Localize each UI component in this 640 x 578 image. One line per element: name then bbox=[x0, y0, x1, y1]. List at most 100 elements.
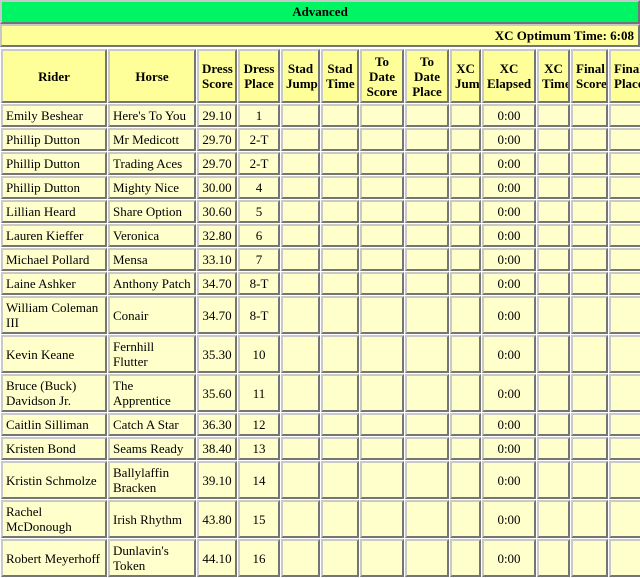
cell-dress-score: 29.70 bbox=[197, 128, 237, 151]
cell-to-date-score bbox=[360, 272, 404, 295]
column-header-stad-time[interactable]: Stad Time bbox=[321, 49, 359, 103]
cell-rider: Phillip Dutton bbox=[1, 152, 107, 175]
cell-dress-score: 43.80 bbox=[197, 500, 237, 538]
cell-stad-time bbox=[321, 152, 359, 175]
cell-final-place bbox=[609, 128, 640, 151]
column-header-xc-elapsed[interactable]: XC Elapsed bbox=[482, 49, 536, 103]
cell-horse: Catch A Star bbox=[108, 413, 196, 436]
column-header-dress-place[interactable]: Dress Place bbox=[238, 49, 280, 103]
cell-xc-jump bbox=[450, 224, 481, 247]
cell-stad-time bbox=[321, 128, 359, 151]
table-row: Lauren Kieffer Veronica 32.80 6 0:00 bbox=[1, 224, 640, 247]
cell-xc-elapsed: 0:00 bbox=[482, 374, 536, 412]
cell-stad-time bbox=[321, 248, 359, 271]
cell-stad-time bbox=[321, 104, 359, 127]
cell-stad-jump bbox=[281, 128, 320, 151]
cell-horse: The Apprentice bbox=[108, 374, 196, 412]
cell-stad-jump bbox=[281, 272, 320, 295]
column-header-xc-time[interactable]: XC Time bbox=[537, 49, 570, 103]
cell-xc-jump bbox=[450, 152, 481, 175]
cell-rider: Rachel McDonough bbox=[1, 500, 107, 538]
cell-dress-place: 14 bbox=[238, 461, 280, 499]
cell-dress-place: 15 bbox=[238, 500, 280, 538]
cell-to-date-place bbox=[405, 335, 449, 373]
cell-to-date-score bbox=[360, 413, 404, 436]
cell-stad-jump bbox=[281, 335, 320, 373]
table-row: Laine Ashker Anthony Patch 34.70 8-T 0:00 bbox=[1, 272, 640, 295]
column-header-rider[interactable]: Rider bbox=[1, 49, 107, 103]
cell-xc-elapsed: 0:00 bbox=[482, 437, 536, 460]
cell-rider: Robert Meyerhoff bbox=[1, 539, 107, 577]
cell-dress-place: 13 bbox=[238, 437, 280, 460]
cell-xc-time bbox=[537, 152, 570, 175]
column-header-final-place[interactable]: Final Place bbox=[609, 49, 640, 103]
cell-horse: Here's To You bbox=[108, 104, 196, 127]
cell-dress-score: 34.70 bbox=[197, 272, 237, 295]
cell-final-score bbox=[571, 296, 608, 334]
cell-to-date-place bbox=[405, 500, 449, 538]
cell-to-date-place bbox=[405, 272, 449, 295]
cell-dress-score: 30.60 bbox=[197, 200, 237, 223]
cell-stad-jump bbox=[281, 248, 320, 271]
cell-xc-jump bbox=[450, 500, 481, 538]
column-header-horse[interactable]: Horse bbox=[108, 49, 196, 103]
column-header-dress-score[interactable]: Dress Score bbox=[197, 49, 237, 103]
cell-xc-elapsed: 0:00 bbox=[482, 152, 536, 175]
cell-xc-time bbox=[537, 413, 570, 436]
cell-horse: Share Option bbox=[108, 200, 196, 223]
cell-to-date-score bbox=[360, 296, 404, 334]
banner-table: Advanced bbox=[0, 0, 640, 24]
cell-xc-time bbox=[537, 500, 570, 538]
cell-xc-elapsed: 0:00 bbox=[482, 248, 536, 271]
table-row: Emily Beshear Here's To You 29.10 1 0:00 bbox=[1, 104, 640, 127]
cell-stad-time bbox=[321, 437, 359, 460]
cell-xc-jump bbox=[450, 272, 481, 295]
cell-to-date-score bbox=[360, 374, 404, 412]
cell-dress-score: 30.00 bbox=[197, 176, 237, 199]
table-row: Phillip Dutton Mighty Nice 30.00 4 0:00 bbox=[1, 176, 640, 199]
cell-dress-score: 34.70 bbox=[197, 296, 237, 334]
cell-to-date-score bbox=[360, 437, 404, 460]
cell-to-date-score bbox=[360, 104, 404, 127]
cell-rider: Emily Beshear bbox=[1, 104, 107, 127]
table-row: Phillip Dutton Mr Medicott 29.70 2-T 0:00 bbox=[1, 128, 640, 151]
cell-horse: Conair bbox=[108, 296, 196, 334]
column-header-to-date-place[interactable]: To Date Place bbox=[405, 49, 449, 103]
cell-dress-place: 12 bbox=[238, 413, 280, 436]
cell-dress-place: 2-T bbox=[238, 128, 280, 151]
cell-final-score bbox=[571, 413, 608, 436]
cell-stad-time bbox=[321, 413, 359, 436]
cell-final-place bbox=[609, 461, 640, 499]
cell-xc-time bbox=[537, 104, 570, 127]
cell-dress-score: 39.10 bbox=[197, 461, 237, 499]
column-header-xc-jump[interactable]: XC Jump bbox=[450, 49, 481, 103]
cell-final-place bbox=[609, 374, 640, 412]
cell-to-date-score bbox=[360, 539, 404, 577]
cell-xc-time bbox=[537, 437, 570, 460]
cell-xc-time bbox=[537, 224, 570, 247]
column-header-stad-jump[interactable]: Stad Jump bbox=[281, 49, 320, 103]
column-header-to-date-score[interactable]: To Date Score bbox=[360, 49, 404, 103]
cell-final-score bbox=[571, 500, 608, 538]
table-row: Rachel McDonough Irish Rhythm 43.80 15 0:00 bbox=[1, 500, 640, 538]
cell-to-date-place bbox=[405, 539, 449, 577]
cell-rider: Michael Pollard bbox=[1, 248, 107, 271]
cell-dress-place: 16 bbox=[238, 539, 280, 577]
cell-dress-score: 29.70 bbox=[197, 152, 237, 175]
cell-dress-score: 29.10 bbox=[197, 104, 237, 127]
results-table-body: Emily Beshear Here's To You 29.10 1 0:00 Phil… bbox=[1, 104, 640, 577]
cell-stad-jump bbox=[281, 539, 320, 577]
cell-to-date-place bbox=[405, 413, 449, 436]
cell-xc-elapsed: 0:00 bbox=[482, 296, 536, 334]
cell-dress-place: 1 bbox=[238, 104, 280, 127]
cell-final-place bbox=[609, 224, 640, 247]
cell-xc-jump bbox=[450, 335, 481, 373]
cell-final-place bbox=[609, 248, 640, 271]
cell-horse: Dunlavin's Token bbox=[108, 539, 196, 577]
table-row: Bruce (Buck) Davidson Jr. The Apprentice 3… bbox=[1, 374, 640, 412]
cell-dress-place: 10 bbox=[238, 335, 280, 373]
cell-final-place bbox=[609, 104, 640, 127]
cell-xc-time bbox=[537, 335, 570, 373]
cell-xc-jump bbox=[450, 128, 481, 151]
column-header-final-score[interactable]: Final Score bbox=[571, 49, 608, 103]
